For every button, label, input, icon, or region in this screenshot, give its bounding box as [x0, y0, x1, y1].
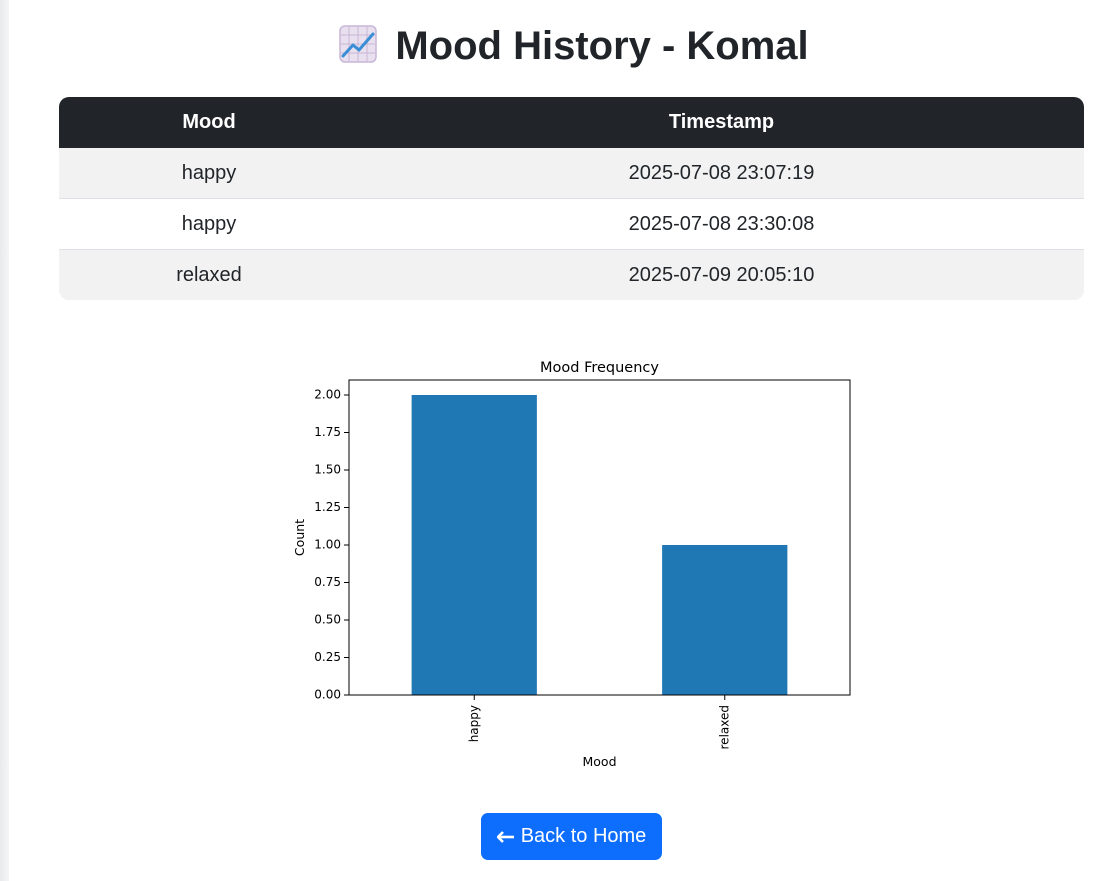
- chart-svg: happy relaxed 0.00 0.25 0.50 0.75 1.00 1.25 1.50…: [292, 360, 851, 769]
- mood-history-table: Mood Timestamp happy 2025-07-08 23:07:19…: [59, 97, 1084, 300]
- y-tick-label: 1.75: [314, 425, 341, 439]
- x-tick-label: happy: [467, 705, 481, 742]
- column-header-timestamp: Timestamp: [668, 111, 775, 133]
- table-row: happy 2025-07-08 23:30:08: [59, 198, 1084, 250]
- y-tick-label: 1.50: [314, 463, 341, 477]
- y-tick-label: 0.00: [314, 688, 341, 702]
- page-title-text: Mood History - Komal: [395, 24, 809, 68]
- chart-increasing-icon: [339, 25, 378, 63]
- page-title: Mood History - Komal: [0, 22, 1118, 70]
- mood-cell: relaxed: [59, 249, 359, 300]
- back-to-home-button[interactable]: Back to Home: [481, 813, 662, 860]
- timestamp-cell: 2025-07-08 23:07:19: [628, 161, 815, 184]
- chart-title: Mood Frequency: [540, 360, 659, 376]
- column-header-mood: Mood: [182, 111, 236, 133]
- y-tick-label: 2.00: [314, 388, 341, 402]
- mood-cell: happy: [59, 198, 359, 250]
- table-row: happy 2025-07-08 23:07:19: [59, 148, 1084, 199]
- back-button-label: Back to Home: [520, 825, 647, 847]
- y-tick-label: 0.75: [314, 575, 341, 589]
- x-tick-label: relaxed: [717, 705, 731, 749]
- y-axis-label: Count: [292, 519, 307, 556]
- mood-frequency-chart: happy relaxed 0.00 0.25 0.50 0.75 1.00 1.25 1.50…: [280, 350, 880, 780]
- bar-relaxed: [662, 545, 788, 695]
- timestamp-cell: 2025-07-08 23:30:08: [359, 198, 1084, 250]
- mood-cell: happy: [181, 161, 237, 184]
- bar-happy: [411, 395, 537, 695]
- table-row: relaxed 2025-07-09 20:05:10: [59, 249, 1084, 300]
- y-tick-label: 0.25: [314, 650, 341, 664]
- y-tick-label: 0.50: [314, 613, 341, 627]
- y-tick-label: 1.25: [314, 500, 341, 514]
- y-tick-label: 1.00: [314, 538, 341, 552]
- timestamp-cell: 2025-07-09 20:05:10: [359, 249, 1084, 300]
- left-arrow-icon: [496, 830, 514, 843]
- x-axis-label: Mood: [582, 754, 616, 769]
- left-edge-shadow: [0, 0, 9, 881]
- table-header-row: Mood Timestamp: [59, 97, 1084, 148]
